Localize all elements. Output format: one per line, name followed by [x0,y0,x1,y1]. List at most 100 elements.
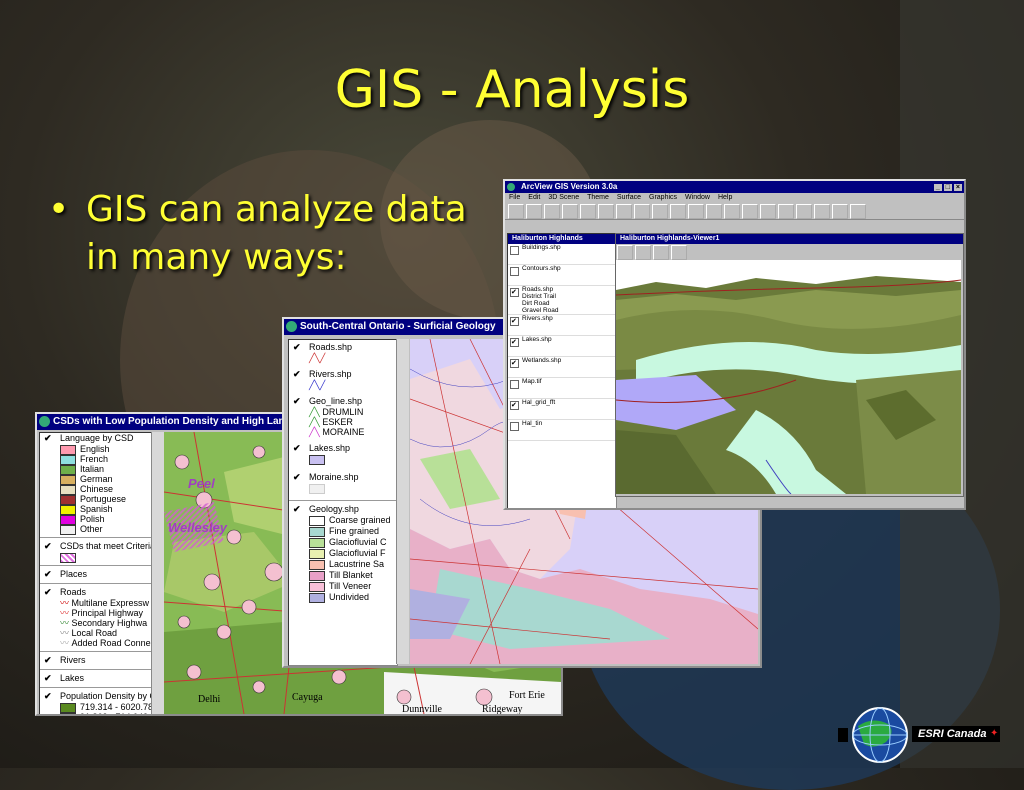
geology-classes: Coarse grained Fine grained Glaciofluvial … [309,515,397,603]
menu-item[interactable]: Graphics [649,194,677,201]
check-icon[interactable]: ✔ [44,674,53,683]
toolbar [505,203,964,220]
arcview-window-titlebar[interactable]: ArcView GIS Version 3.0a _ □ × [505,181,964,193]
check-icon[interactable]: ✔ [293,473,302,482]
toolbar-button-icon[interactable] [598,204,614,219]
layer-moraine[interactable]: ✔ Moraine.shp [289,472,397,497]
toolbar-button-icon[interactable] [760,204,776,219]
maximize-icon[interactable]: □ [943,184,952,191]
toolbar-button-icon[interactable] [778,204,794,219]
language-row: Portuguese [60,494,152,505]
layer-rivers[interactable]: ✔ Rivers.shp ╱╲╱ [289,369,397,396]
theme-checkbox[interactable]: ✔ [510,317,519,326]
menu-item[interactable]: Help [718,194,732,201]
legend-places[interactable]: ✔ Places [40,569,152,580]
geology-legend: ✔ Roads.shp ╱╲╱ ✔ Rivers.shp ╱╲╱ ✔ Geo_line.s… [288,339,398,666]
arcview-icon [39,416,50,427]
theme-subitem: Gravel Road [522,307,559,314]
theme-item[interactable]: Buildings.shp [508,244,616,265]
menu-item[interactable]: Surface [617,194,641,201]
toolbar-button-icon[interactable] [544,204,560,219]
theme-item[interactable]: Contours.shp [508,265,616,286]
toolbar-button-icon[interactable] [616,204,632,219]
toolbar-button-icon[interactable] [688,204,704,219]
check-icon[interactable]: ✔ [44,570,53,579]
toolbar-button-icon[interactable] [580,204,596,219]
legend-rivers[interactable]: ✔ Rivers [40,655,152,666]
check-icon[interactable]: ✔ [293,397,302,406]
menu-item[interactable]: Edit [528,194,540,201]
menu-item[interactable]: Window [685,194,710,201]
geology-window-title: South-Central Ontario - Surficial Geolog… [300,321,496,332]
legend-roads[interactable]: ✔ Roads 〰 Multilane Expressw 〰 Principal … [40,587,152,648]
theme-checkbox[interactable] [510,267,519,276]
toolbar-button-icon[interactable] [742,204,758,219]
toolbar-button-icon[interactable] [526,204,542,219]
toolbar-button-icon[interactable] [670,204,686,219]
legend-criteria[interactable]: ✔ CSDs that meet Criteria [40,541,153,563]
check-icon[interactable]: ✔ [293,343,302,352]
check-icon[interactable]: ✔ [293,370,302,379]
toc-panel: Haliburton Highlands Buildings.shp Contou… [507,233,617,508]
theme-item[interactable]: ✔ Rivers.shp [508,315,616,336]
legend-scrollbar[interactable] [396,339,409,664]
legend-population[interactable]: ✔ Population Density by CS 719.314 - 6020… [40,691,152,714]
layer-geology[interactable]: ✔ Geology.shp Coarse grained Fine grained G… [289,504,397,603]
layer-name: Moraine.shp [309,472,359,482]
menu-item[interactable]: Theme [587,194,609,201]
check-icon[interactable]: ✔ [44,588,53,597]
check-icon[interactable]: ✔ [44,434,53,443]
divider [289,500,397,501]
theme-checkbox[interactable] [510,246,519,255]
menu-item[interactable]: File [509,194,520,201]
check-icon[interactable]: ✔ [44,692,53,701]
theme-item[interactable]: ✔ Lakes.shp [508,336,616,357]
close-icon[interactable]: × [953,184,962,191]
theme-item[interactable]: Map.tif [508,378,616,399]
minimize-icon[interactable]: _ [933,184,942,191]
viewer-tool-icon[interactable] [653,245,669,260]
theme-item[interactable]: ✔ Roads.shp District Trail Dirt Road Gravel … [508,286,616,315]
theme-checkbox[interactable]: ✔ [510,359,519,368]
check-icon[interactable]: ✔ [44,542,53,551]
theme-item[interactable]: ✔ Hal_grid_fft [508,399,616,420]
arcview-window[interactable]: ArcView GIS Version 3.0a _ □ × File Edit 3… [503,179,966,510]
viewer-tool-icon[interactable] [671,245,687,260]
theme-checkbox[interactable]: ✔ [510,401,519,410]
menu-item[interactable]: 3D Scene [548,194,579,201]
toolbar-button-icon[interactable] [706,204,722,219]
legend-criteria-label: CSDs that meet Criteria [60,541,153,551]
toolbar-button-icon[interactable] [508,204,524,219]
check-icon[interactable]: ✔ [293,505,302,514]
toolbar-button-icon[interactable] [724,204,740,219]
toolbar-button-icon[interactable] [832,204,848,219]
legend-scrollbar[interactable] [151,432,164,714]
terrain-3d-view[interactable] [616,260,961,494]
toolbar-button-icon[interactable] [814,204,830,219]
toolbar-button-icon[interactable] [850,204,866,219]
legend-language[interactable]: ✔ Language by CSD English French Italian Ger… [40,433,152,535]
language-row: Chinese [60,484,152,495]
language-label: French [80,454,109,464]
viewer-tool-icon[interactable] [617,245,633,260]
layer-lakes[interactable]: ✔ Lakes.shp [289,443,397,468]
theme-checkbox[interactable]: ✔ [510,338,519,347]
viewer-tool-icon[interactable] [635,245,651,260]
theme-checkbox[interactable] [510,380,519,389]
toolbar-button-icon[interactable] [634,204,650,219]
legend-lakes-label: Lakes [60,673,85,683]
theme-checkbox[interactable]: ✔ [510,288,519,297]
theme-item[interactable]: Hal_tin [508,420,616,441]
theme-item[interactable]: ✔ Wetlands.shp [508,357,616,378]
toolbar-button-icon[interactable] [796,204,812,219]
layer-geo-line[interactable]: ✔ Geo_line.shp ╱╲ DRUMLIN ╱╲ ESKER ╱╲ MOR… [289,396,397,437]
legend-lakes[interactable]: ✔ Lakes [40,673,152,684]
toolbar-button-icon[interactable] [652,204,668,219]
geology-class-row: Lacustrine Sa [309,559,397,570]
check-icon[interactable]: ✔ [293,444,302,453]
toolbar-button-icon[interactable] [562,204,578,219]
layer-roads[interactable]: ✔ Roads.shp ╱╲╱ [289,342,397,369]
check-icon[interactable]: ✔ [44,656,53,665]
theme-checkbox[interactable] [510,422,519,431]
geo-line-label: ESKER [322,417,353,427]
